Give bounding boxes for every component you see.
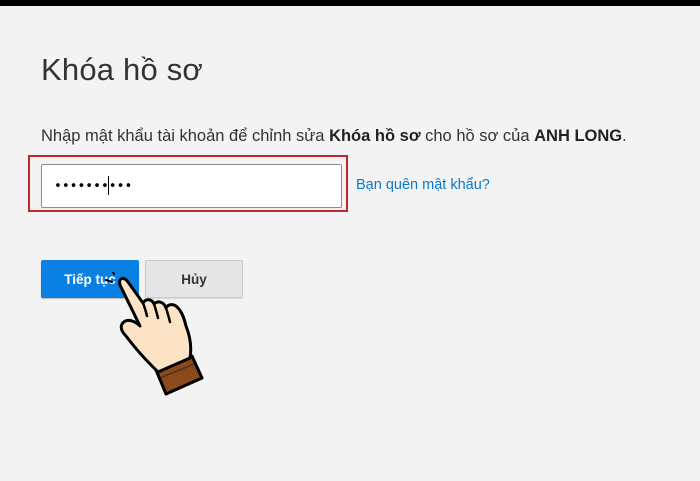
instruction-part-1: Nhập mật khẩu tài khoản để chỉnh sửa	[41, 127, 330, 145]
pointing-hand-icon	[105, 272, 204, 396]
lock-profile-page: Khóa hồ sơ Nhập mật khẩu tài khoản để ch…	[0, 0, 700, 481]
instruction-bold-profile-lock: Khóa hồ sơ	[329, 127, 421, 145]
tap-marks	[105, 272, 115, 283]
instruction-text: Nhập mật khẩu tài khoản để chỉnh sửa Khó…	[41, 127, 627, 146]
password-input[interactable]	[41, 164, 342, 208]
page-title: Khóa hồ sơ	[41, 52, 203, 87]
forgot-password-link[interactable]: Bạn quên mật khẩu?	[356, 177, 490, 193]
instruction-part-3: .	[622, 127, 627, 145]
top-bar	[0, 0, 700, 6]
instruction-part-2: cho hồ sơ của	[420, 127, 535, 145]
hand-shape	[118, 276, 193, 374]
text-caret	[108, 176, 109, 195]
instruction-bold-profile-name: ANH LONG	[534, 127, 623, 145]
